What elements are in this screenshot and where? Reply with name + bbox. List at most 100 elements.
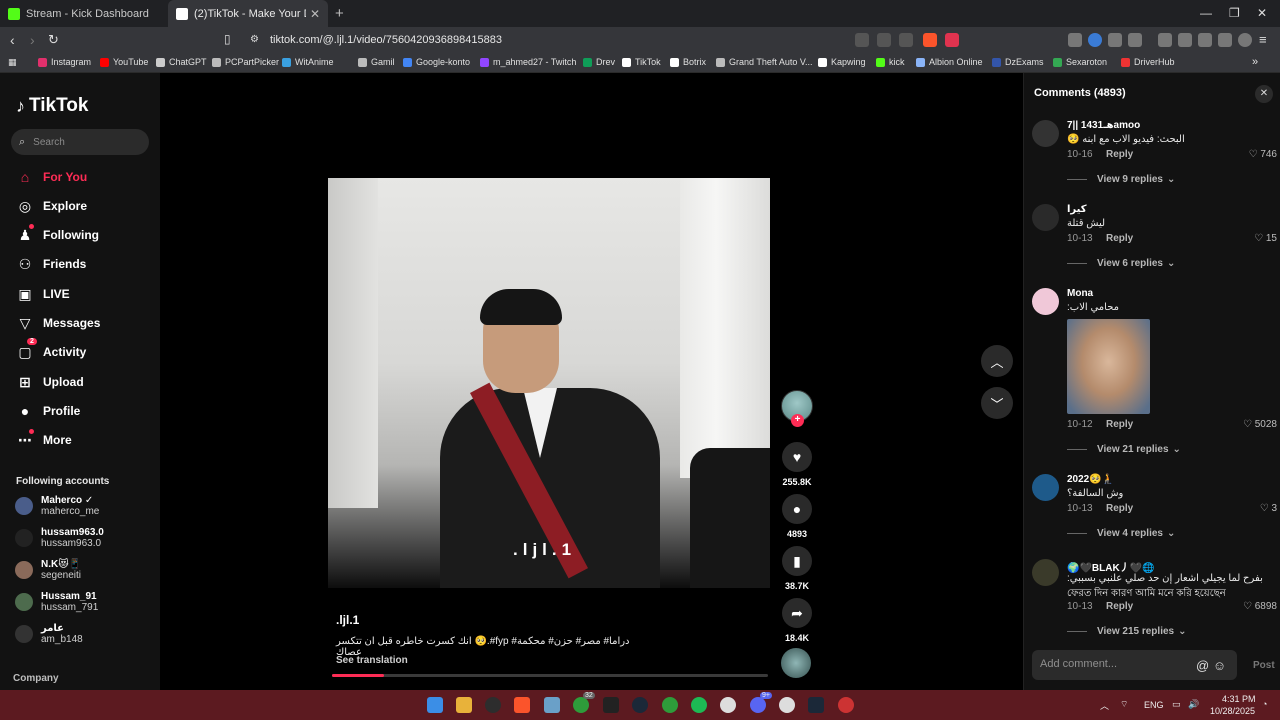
bookmark-item[interactable]: WitAnime	[282, 57, 334, 67]
view-replies-button[interactable]: View 21 replies ⌄	[1067, 444, 1181, 455]
reply-button[interactable]: Reply	[1106, 503, 1133, 514]
epic-games-icon[interactable]	[603, 697, 619, 713]
language-indicator[interactable]: ENG	[1144, 700, 1164, 710]
emoji-icon[interactable]: ☺	[1213, 658, 1226, 673]
nav-upload[interactable]: ⊞ Upload	[16, 372, 84, 392]
commenter-avatar[interactable]	[1032, 204, 1059, 231]
bookmark-item[interactable]: Botrix	[670, 57, 706, 67]
following-account[interactable]: Maherco ✓ maherco_me	[15, 493, 99, 519]
cast-icon[interactable]	[877, 33, 891, 47]
reply-button[interactable]: Reply	[1106, 419, 1133, 430]
share-button[interactable]: ➦ 18.4K	[782, 598, 812, 643]
comment-image[interactable]	[1067, 319, 1150, 414]
commenter-avatar[interactable]	[1032, 474, 1059, 501]
commenter-name[interactable]: كيرا	[1067, 204, 1087, 215]
nav-friends[interactable]: ⚇ Friends	[16, 254, 87, 274]
commenter-name[interactable]: Mona	[1067, 288, 1093, 299]
bookmark-item[interactable]: kick	[876, 57, 905, 67]
nav-more[interactable]: ⋯ More	[16, 428, 72, 450]
start-icon[interactable]	[427, 697, 443, 713]
nav-activity[interactable]: ▢ 2 Activity	[16, 337, 86, 362]
bookmark-item[interactable]: Instagram	[38, 57, 91, 67]
apps-grid-icon[interactable]: ▦	[8, 57, 17, 68]
vpn-icon[interactable]	[1238, 33, 1252, 47]
nav-for-you[interactable]: ⌂ For You	[16, 167, 87, 187]
bookmark-item[interactable]: Sexaroton	[1053, 57, 1107, 67]
reply-button[interactable]: Reply	[1106, 601, 1133, 612]
share-icon[interactable]	[899, 33, 913, 47]
discord-icon[interactable]	[750, 697, 766, 713]
previous-video-button[interactable]: ︿	[981, 345, 1013, 377]
like-button[interactable]: ♥ 255.8K	[782, 442, 812, 487]
following-account[interactable]: عامر am_b148	[15, 621, 83, 647]
comment-button[interactable]: ● 4893	[782, 494, 812, 539]
post-comment-button[interactable]: Post	[1253, 660, 1275, 671]
tiktok-logo[interactable]: ♪ TikTok	[16, 95, 88, 117]
company-link[interactable]: Company	[13, 673, 59, 684]
commenter-avatar[interactable]	[1032, 559, 1059, 586]
view-replies-button[interactable]: View 215 replies ⌄	[1067, 626, 1186, 637]
music-icon[interactable]	[1158, 33, 1172, 47]
close-window-icon[interactable]: ✕	[1257, 6, 1267, 20]
address-bar[interactable]: tiktok.com/@.ljl.1/video/756042093689841…	[270, 34, 502, 46]
file-explorer-icon[interactable]	[456, 697, 472, 713]
notifications-icon[interactable]: ◔	[1262, 699, 1267, 709]
bookmark-item[interactable]: Google-konto	[403, 57, 470, 67]
back-icon[interactable]: ‹	[10, 32, 15, 48]
nav-live[interactable]: ▣ LIVE	[16, 284, 69, 304]
video-author[interactable]: .ljl.1	[336, 613, 359, 627]
bookmark-item[interactable]: Albion Online	[916, 57, 983, 67]
bookmark-page-icon[interactable]: ▯	[224, 32, 231, 46]
network-icon[interactable]: ⌔	[1120, 699, 1128, 710]
tray-chevron-up-icon[interactable]: ︿	[1100, 699, 1109, 712]
next-video-button[interactable]: ﹀	[981, 387, 1013, 419]
shield-extension-icon[interactable]	[1068, 33, 1082, 47]
reload-icon[interactable]: ↻	[48, 32, 59, 48]
display-icon[interactable]: ▭	[1172, 699, 1181, 710]
commenter-avatar[interactable]	[1032, 288, 1059, 315]
commenter-avatar[interactable]	[1032, 120, 1059, 147]
nav-following[interactable]: ♟ Following	[16, 223, 99, 245]
bookmark-item[interactable]: YouTube	[100, 57, 148, 67]
leo-ai-icon[interactable]	[1218, 33, 1232, 47]
wallet-icon[interactable]	[1198, 33, 1212, 47]
screenshot-icon[interactable]	[1128, 33, 1142, 47]
settings-icon[interactable]	[779, 697, 795, 713]
commenter-name[interactable]: 🌍🖤BLAK丿🖤🌐	[1067, 559, 1155, 574]
search-input[interactable]: ⌕ Search	[11, 129, 149, 155]
bookmark-item[interactable]: DzExams	[992, 57, 1044, 67]
video-progress-bar[interactable]	[332, 674, 768, 677]
photos-icon[interactable]	[544, 697, 560, 713]
xbox-icon[interactable]	[573, 697, 589, 713]
menu-icon[interactable]: ≡	[1259, 32, 1267, 47]
video-player[interactable]: .ljl.1	[328, 178, 770, 588]
site-info-icon[interactable]: ⚙	[250, 34, 259, 45]
follow-plus-icon[interactable]: +	[791, 414, 804, 427]
volume-icon[interactable]: 🔊	[1188, 699, 1199, 710]
comment-like-button[interactable]: ♡ 746	[1249, 149, 1277, 160]
commenter-name[interactable]: 2022🥺🧎	[1067, 474, 1114, 485]
bookmark-item[interactable]: Kapwing	[818, 57, 866, 67]
media-icon[interactable]	[855, 33, 869, 47]
view-replies-button[interactable]: View 6 replies ⌄	[1067, 258, 1175, 269]
restore-window-icon[interactable]: ❐	[1229, 6, 1240, 20]
extensions-icon[interactable]	[1108, 33, 1122, 47]
music-disc-icon[interactable]	[781, 648, 811, 678]
recorder-icon[interactable]	[838, 697, 854, 713]
view-replies-button[interactable]: View 9 replies ⌄	[1067, 174, 1175, 185]
brave-icon[interactable]	[514, 697, 530, 713]
clock-date[interactable]: 10/28/2025	[1210, 706, 1255, 716]
new-tab-button[interactable]: +	[335, 5, 344, 22]
bookmark-item[interactable]: DriverHub	[1121, 57, 1175, 67]
steam-icon[interactable]	[632, 697, 648, 713]
bookmark-item[interactable]: TikTok	[622, 57, 661, 67]
nav-messages[interactable]: ▽ Messages	[16, 313, 101, 333]
spotify-icon[interactable]	[691, 697, 707, 713]
steam-app-icon[interactable]	[808, 697, 824, 713]
save-button[interactable]: ▮ 38.7K	[782, 546, 812, 591]
more-bookmarks-icon[interactable]: »	[1252, 56, 1258, 68]
view-replies-button[interactable]: View 4 replies ⌄	[1067, 528, 1175, 539]
comment-like-button[interactable]: ♡ 3	[1260, 503, 1277, 514]
mention-icon[interactable]: @ ☺	[1196, 658, 1226, 673]
comment-like-button[interactable]: ♡ 6898	[1243, 601, 1277, 612]
